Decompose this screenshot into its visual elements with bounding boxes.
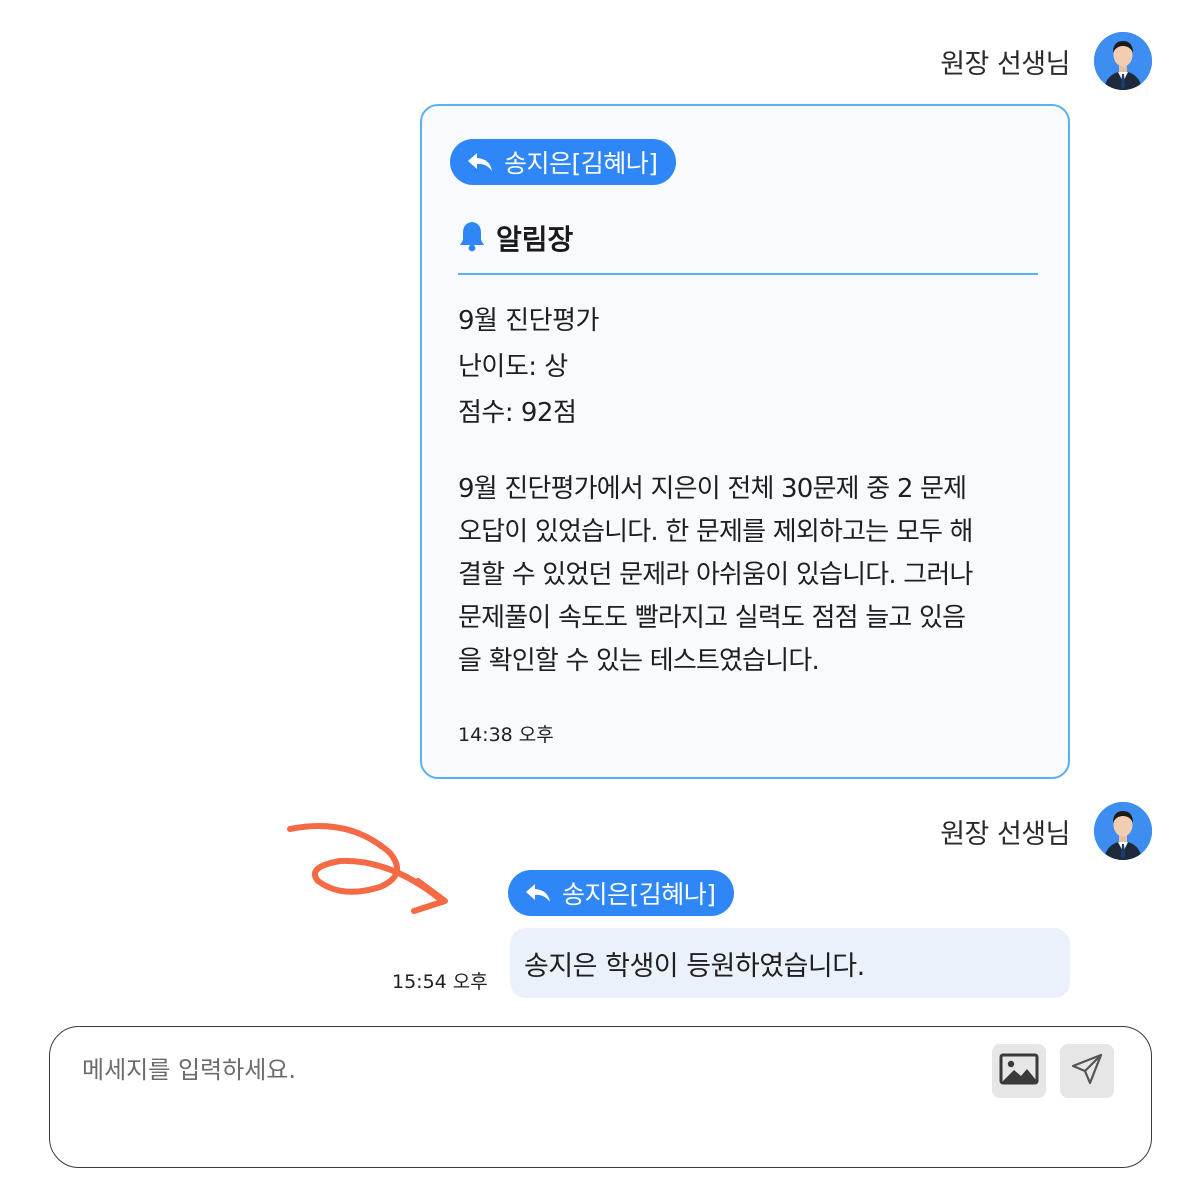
reply-chip[interactable]: 송지은[김혜나] <box>508 870 734 916</box>
notice-body: 9월 진단평가에서 지은이 전체 30문제 중 2 문제 오답이 있었습니다. … <box>458 468 1043 683</box>
summary-line: 9월 진단평가 <box>458 306 599 336</box>
message-input[interactable] <box>80 1049 964 1091</box>
reply-chip-label: 송지은[김혜나] <box>504 149 658 178</box>
summary-line: 점수: 92점 <box>458 398 577 428</box>
summary-line: 난이도: 상 <box>458 352 568 382</box>
image-icon <box>999 1053 1039 1089</box>
send-button[interactable] <box>1060 1044 1114 1098</box>
avatar[interactable] <box>1094 32 1152 90</box>
body-line: 오답이 있었습니다. 한 문제를 제외하고는 모두 해 <box>458 517 973 547</box>
reply-chip[interactable]: 송지은[김혜나] <box>450 139 676 185</box>
body-line: 을 확인할 수 있는 테스트였습니다. <box>458 646 820 676</box>
body-line: 결할 수 있었던 문제라 아쉬움이 있습니다. 그러나 <box>458 560 973 590</box>
message-timestamp: 15:54 오후 <box>392 971 488 993</box>
message-header: 원장 선생님 <box>940 802 1152 860</box>
notice-summary: 9월 진단평가 난이도: 상 점수: 92점 <box>458 298 599 436</box>
notice-card: 송지은[김혜나] 알림장 9월 진단평가 난이도: 상 점수: 92점 9월 진… <box>420 104 1070 779</box>
notice-title: 알림장 <box>496 223 574 256</box>
reply-chip-label: 송지은[김혜나] <box>562 880 716 909</box>
sender-name: 원장 선생님 <box>940 48 1070 80</box>
message-timestamp: 14:38 오후 <box>458 724 554 746</box>
reply-icon <box>524 882 552 904</box>
message-bubble: 송지은 학생이 등원하였습니다. <box>510 928 1070 998</box>
avatar[interactable] <box>1094 802 1152 860</box>
message-header: 원장 선생님 <box>940 32 1152 90</box>
notice-header: 알림장 <box>458 218 573 258</box>
attach-image-button[interactable] <box>992 1044 1046 1098</box>
bell-icon <box>458 220 486 256</box>
sender-name: 원장 선생님 <box>940 818 1070 850</box>
body-line: 문제풀이 속도도 빨라지고 실력도 점점 늘고 있음 <box>458 603 966 633</box>
arrow-icon <box>280 815 470 929</box>
notice-divider <box>458 273 1038 275</box>
reply-icon <box>466 151 494 173</box>
message-composer <box>49 1026 1152 1168</box>
message-text: 송지은 학생이 등원하였습니다. <box>524 950 865 982</box>
body-line: 9월 진단평가에서 지은이 전체 30문제 중 2 문제 <box>458 474 967 504</box>
send-icon <box>1070 1052 1104 1090</box>
